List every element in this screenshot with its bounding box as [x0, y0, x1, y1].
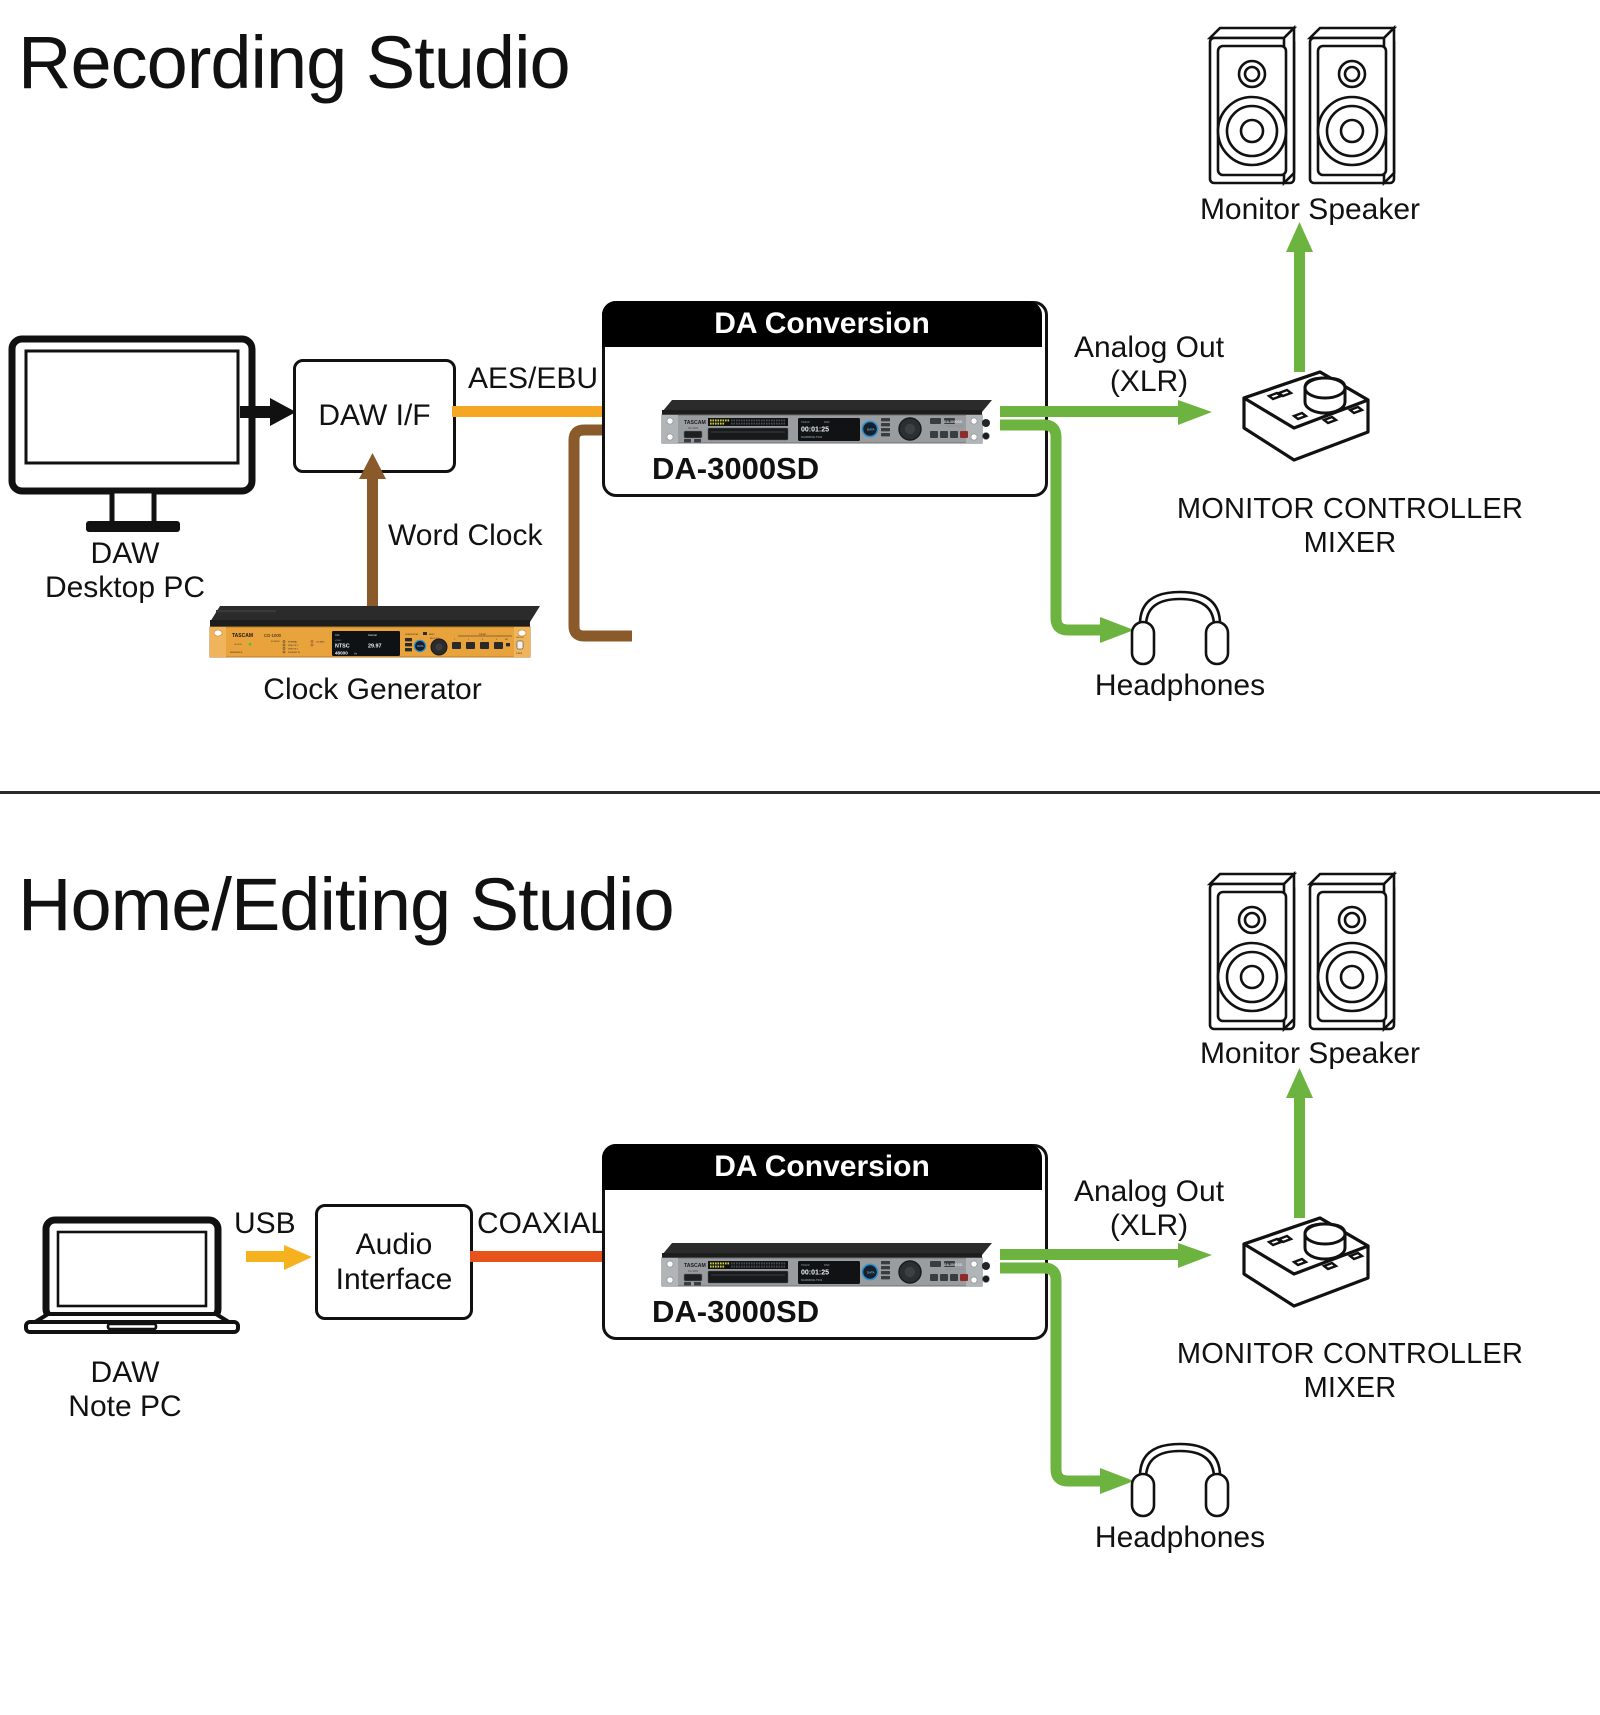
audio-interface-label-line2: Interface [335, 1263, 453, 1296]
note-pc-label-line1: DAW [90, 1356, 160, 1389]
svg-text:TASCAM: TASCAM [684, 420, 706, 426]
section-divider [0, 791, 1600, 794]
monitor-controller-label-line1: MONITOR CONTROLLER [1176, 493, 1524, 525]
audio-interface-box[interactable]: Audio Interface [315, 1204, 473, 1320]
section-title-home-editing-studio: Home/Editing Studio [18, 863, 675, 946]
da-conversion-header-1: DA Conversion [602, 301, 1042, 347]
connector-usb [246, 1245, 314, 1271]
svg-text:4: 4 [496, 639, 497, 641]
note-pc-label-line2: Note PC [68, 1390, 182, 1423]
svg-text:HOME/DISPLAY: HOME/DISPLAY [405, 633, 419, 636]
svg-text:NTSC: NTSC [335, 644, 350, 650]
svg-text:Master Recorder: Master Recorder [946, 425, 964, 428]
connector-pc-to-daw-if [240, 396, 298, 428]
svg-text:1: 1 [454, 639, 455, 641]
svg-text:VIDEO: VIDEO [335, 640, 342, 642]
svg-text:CLOCK: CLOCK [234, 644, 242, 646]
svg-text:DATA: DATA [867, 428, 875, 432]
svg-text:29.97: 29.97 [368, 644, 382, 650]
word-clock-label: Word Clock [388, 519, 543, 552]
svg-text:VIDEO IN 2: VIDEO IN 2 [288, 648, 298, 650]
monitor-speaker-label-2: Monitor Speaker [1199, 1037, 1421, 1070]
studio-monitor-speaker-icon-1 [1200, 18, 1400, 190]
desktop-pc-label-line1: DAW [90, 537, 160, 570]
svg-text:MENU: MENU [429, 634, 435, 636]
svg-text:DA-3000: DA-3000 [688, 1269, 699, 1273]
da-conversion-header-2: DA Conversion [602, 1144, 1042, 1190]
svg-text:ON/LOCK: ON/LOCK [516, 637, 524, 639]
da-3000sd-device-1[interactable]: TASCAM DA-3000 TRACK DSD 00:01:25 DA3000… [648, 398, 996, 448]
monitor-controller-box-icon-1[interactable] [1216, 360, 1376, 470]
usb-label: USB [234, 1207, 296, 1240]
da-3000sd-label-1: DA-3000SD [652, 451, 820, 486]
svg-text:TASCAM: TASCAM [232, 633, 253, 639]
da-3000sd-device-2[interactable]: TASCAM DA-3000 TRACK DSD 00:01:25 DA3000… [648, 1241, 996, 1291]
aes-ebu-label: AES/EBU [468, 362, 599, 395]
studio-monitor-speaker-icon-2 [1200, 864, 1400, 1036]
svg-text:DSD: DSD [824, 420, 830, 424]
svg-text:TASCAM: TASCAM [684, 1263, 706, 1269]
audio-interface-label-line1: Audio [355, 1227, 433, 1261]
svg-text:TRACK: TRACK [801, 1263, 810, 1267]
svg-text:VIDEO IN 1: VIDEO IN 1 [288, 645, 298, 647]
svg-text:PRESET: PRESET [479, 634, 487, 636]
svg-text:DSD: DSD [824, 1263, 830, 1267]
svg-text:DA3000SD-T001: DA3000SD-T001 [801, 435, 823, 439]
svg-text:00:01:25: 00:01:25 [801, 427, 829, 434]
analog-out-label-2-line1: Analog Out [1073, 1175, 1225, 1208]
headphones-icon-1 [1124, 580, 1236, 666]
svg-text:DA-3000SD: DA-3000SD [944, 420, 963, 424]
svg-text:3: 3 [482, 639, 483, 641]
svg-text:REF: REF [335, 634, 340, 637]
svg-text:Internal: Internal [368, 633, 377, 637]
clock-generator-label: Clock Generator [263, 673, 482, 706]
monitor-controller-label-2-line1: MONITOR CONTROLLER [1176, 1338, 1524, 1370]
coaxial-label: COAXIAL [477, 1207, 608, 1240]
monitor-controller-label-line2: MIXER [1303, 527, 1397, 559]
svg-text:TRACK: TRACK [801, 420, 810, 424]
svg-text:WORD/BIT IN: WORD/BIT IN [288, 652, 300, 654]
svg-text:00:01:25: 00:01:25 [801, 1270, 829, 1277]
svg-text:CG-1000: CG-1000 [264, 633, 282, 638]
svg-text:DATA: DATA [417, 645, 423, 648]
svg-text:DA-3000: DA-3000 [688, 426, 699, 430]
svg-text:REFERENCE: REFERENCE [230, 652, 243, 654]
connector-controller-to-speakers-2 [1283, 1068, 1317, 1218]
headphones-icon-2 [1124, 1432, 1236, 1518]
svg-text:DA-3000SD: DA-3000SD [944, 1263, 963, 1267]
svg-text:LOCKING: LOCKING [316, 641, 325, 643]
connector-controller-to-speakers [1283, 222, 1317, 372]
diagram-canvas: Recording Studio DAW Desktop PC DAW I/F … [0, 0, 1600, 1715]
da-3000sd-label-2: DA-3000SD [652, 1294, 820, 1329]
headphones-label-1: Headphones [1094, 669, 1266, 702]
svg-text:DA3000SD-T001: DA3000SD-T001 [801, 1278, 823, 1282]
monitor-controller-box-icon-2[interactable] [1216, 1206, 1376, 1316]
monitor-controller-label-2-line2: MIXER [1303, 1372, 1397, 1404]
svg-text:SOURCE: SOURCE [271, 641, 280, 643]
svg-text:DATA: DATA [867, 1271, 875, 1275]
svg-text:2: 2 [468, 639, 469, 641]
clock-generator-device[interactable]: TASCAM CG-1000 CLOCK REFERENCE SOURCE IN… [196, 600, 544, 662]
svg-text:48000: 48000 [335, 651, 348, 656]
svg-text:INTERNAL: INTERNAL [288, 640, 297, 643]
headphones-label-2: Headphones [1094, 1521, 1266, 1554]
svg-text:SET: SET [505, 639, 508, 641]
laptop-icon [22, 1216, 242, 1336]
svg-text:POWER: POWER [516, 653, 523, 655]
monitor-speaker-label-1: Monitor Speaker [1199, 193, 1421, 226]
section-title-recording-studio: Recording Studio [18, 21, 571, 104]
desktop-monitor-icon [8, 335, 258, 535]
svg-text:Master Recorder: Master Recorder [946, 1268, 964, 1271]
